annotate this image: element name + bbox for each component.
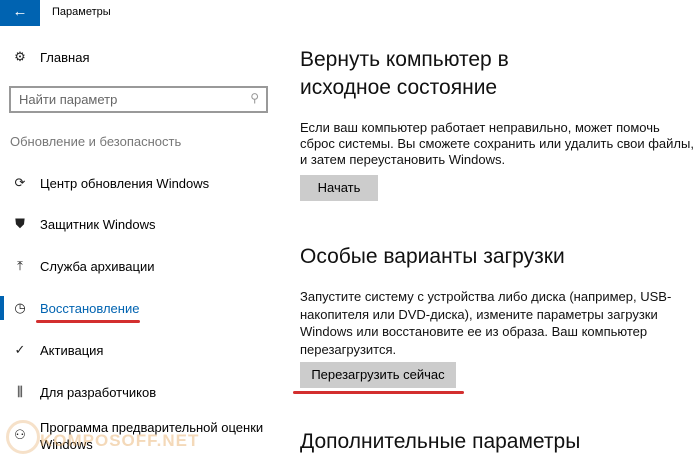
reset-title: Вернуть компьютер в исходное состояние bbox=[300, 48, 509, 99]
item-label: Для разработчиков bbox=[40, 384, 157, 400]
item-label: Центр обновления Windows bbox=[40, 175, 210, 191]
sync-icon: ⟳ bbox=[14, 175, 26, 190]
gear-icon: ⚙ bbox=[14, 49, 26, 64]
shield-icon: ⛊ bbox=[15, 216, 25, 231]
item-label: Активация bbox=[40, 342, 104, 358]
more-options-title: Дополнительные параметры bbox=[300, 430, 581, 453]
advanced-startup-text: Запустите систему с устройства либо диск… bbox=[300, 289, 672, 357]
item-label: Защитник Windows bbox=[40, 216, 156, 232]
reset-text: Если ваш компьютер работает неправильно,… bbox=[300, 120, 694, 167]
sidebar-item-activation[interactable]: ✓ Активация bbox=[12, 342, 104, 358]
item-label: Восстановление bbox=[40, 300, 140, 316]
home-label: Главная bbox=[40, 49, 90, 65]
history-icon: ◷ bbox=[14, 300, 26, 315]
sidebar-item-windows-update[interactable]: ⟳ Центр обновления Windows bbox=[12, 175, 210, 191]
window-title: Параметры bbox=[52, 6, 111, 18]
watermark: KOMPOSOFF.NET bbox=[40, 431, 200, 450]
start-button[interactable]: Начать bbox=[300, 175, 378, 201]
developer-tools-icon: ⫼ bbox=[17, 384, 23, 399]
back-button[interactable]: ← bbox=[0, 0, 40, 26]
sidebar-item-backup[interactable]: ⤒ Служба архивации bbox=[12, 258, 155, 274]
advanced-startup-title: Особые варианты загрузки bbox=[300, 245, 565, 268]
check-circle-icon: ✓ bbox=[14, 342, 26, 357]
restart-now-button[interactable]: Перезагрузить сейчас bbox=[300, 362, 456, 388]
selection-indicator bbox=[0, 296, 4, 320]
red-underline bbox=[36, 320, 140, 323]
sidebar-item-home[interactable]: ⚙ Главная bbox=[12, 49, 89, 65]
section-heading: Обновление и безопасность bbox=[10, 134, 182, 149]
search-icon: ⚲ bbox=[250, 91, 259, 105]
search-input[interactable]: Найти параметр ⚲ bbox=[9, 86, 268, 113]
search-placeholder: Найти параметр bbox=[19, 92, 118, 107]
sidebar-item-recovery[interactable]: ◷ Восстановление bbox=[12, 300, 139, 316]
red-underline bbox=[293, 391, 464, 394]
sidebar-item-developers[interactable]: ⫼ Для разработчиков bbox=[12, 384, 156, 400]
watermark-logo bbox=[6, 420, 40, 454]
upload-arrow-icon: ⤒ bbox=[17, 258, 23, 273]
arrow-left-icon: ← bbox=[12, 3, 28, 20]
sidebar-item-defender[interactable]: ⛊ Защитник Windows bbox=[12, 216, 155, 232]
item-label: Служба архивации bbox=[40, 258, 155, 274]
